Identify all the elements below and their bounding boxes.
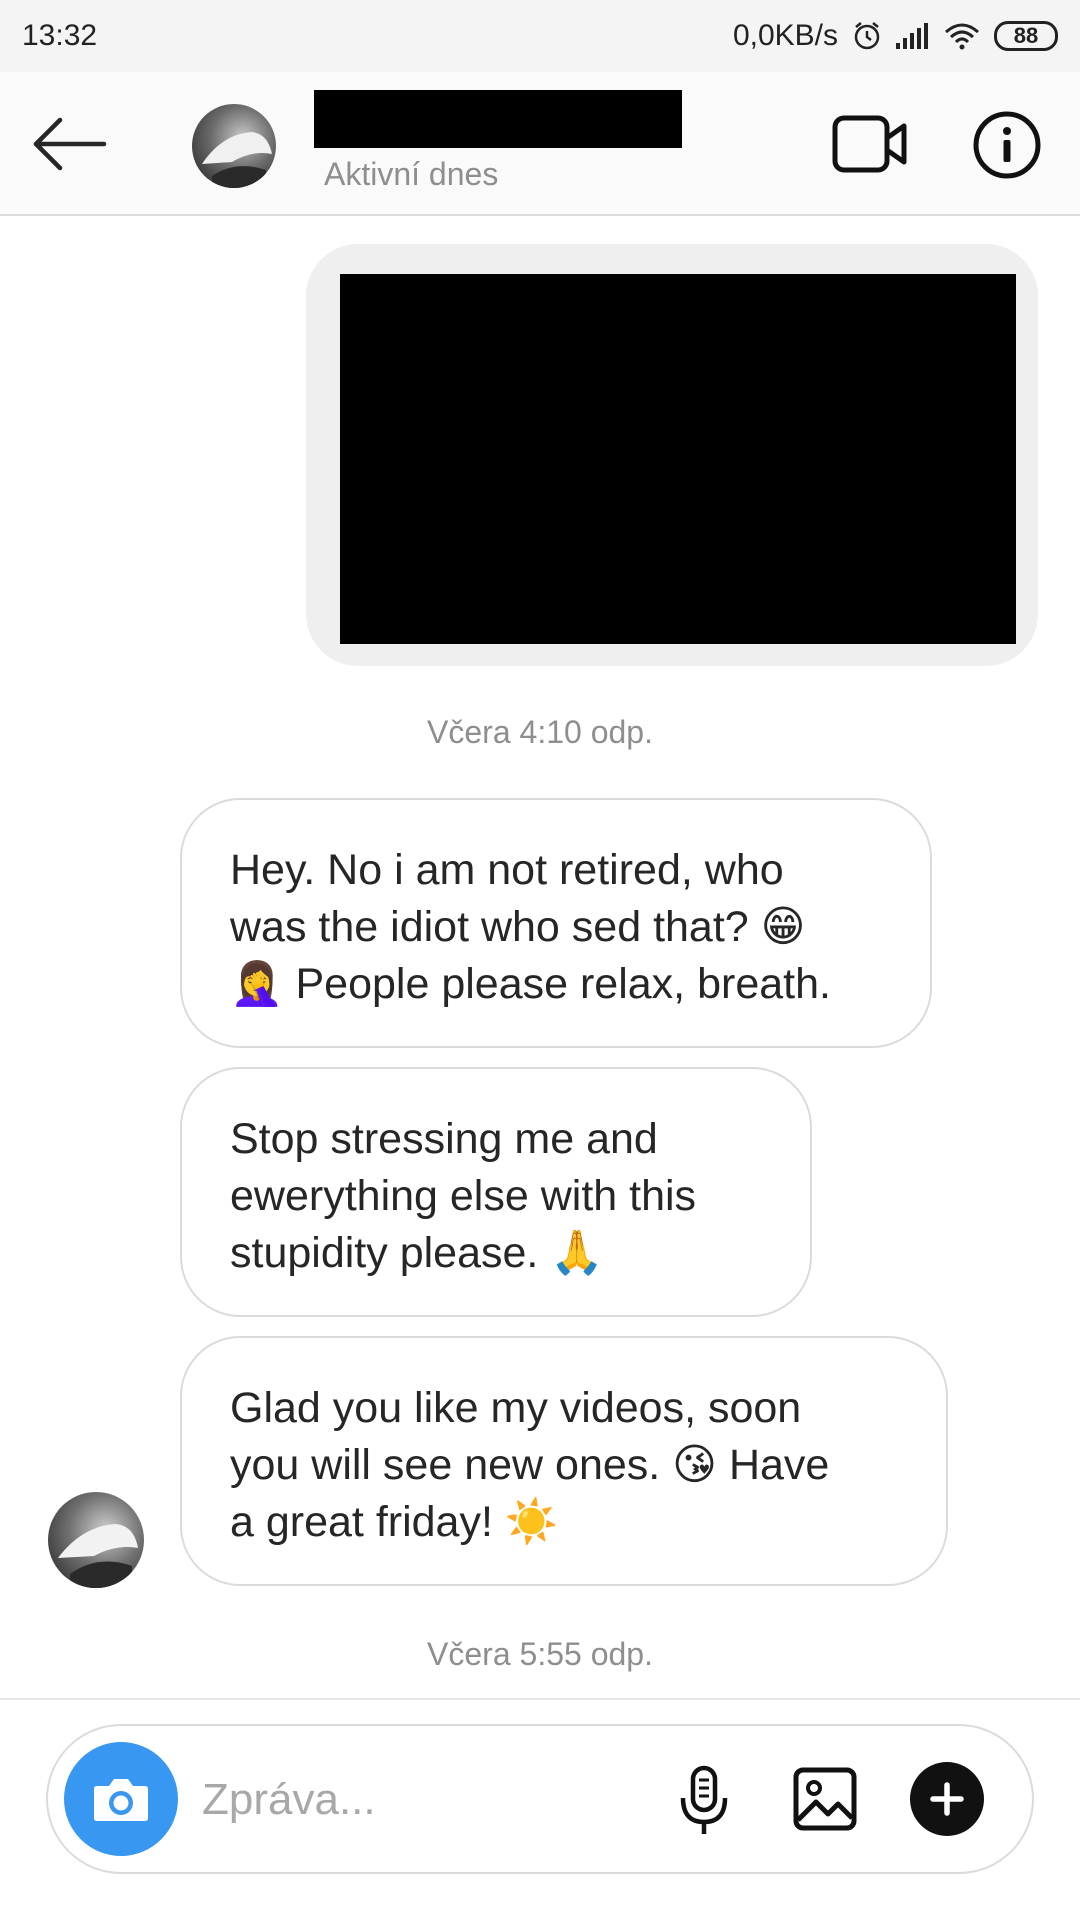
camera-button[interactable] <box>64 1742 178 1856</box>
battery-icon: 88 <box>994 21 1058 51</box>
plus-icon <box>930 1782 964 1816</box>
message-input[interactable] <box>200 1766 684 1834</box>
alarm-icon <box>852 21 882 51</box>
camera-icon <box>94 1779 148 1821</box>
thread-header: Aktivní dnes <box>0 72 1080 216</box>
net-speed: 0,0KB/s <box>732 19 838 52</box>
received-message[interactable]: Stop stressing me and ewerything else wi… <box>180 1067 812 1317</box>
gallery-button[interactable] <box>792 1766 858 1832</box>
back-button[interactable] <box>32 112 108 176</box>
message-timestamp: Včera 4:10 odp. <box>427 714 653 750</box>
gallery-icon <box>793 1767 857 1831</box>
avatar-photo <box>202 132 272 188</box>
voice-message-button[interactable] <box>674 1764 734 1840</box>
status-bar: 13:32 0,0KB/s 88 <box>0 0 1080 72</box>
signal-icon <box>896 23 930 49</box>
video-call-button[interactable] <box>832 112 908 176</box>
header-avatar[interactable] <box>192 104 276 188</box>
sent-media-message[interactable] <box>306 244 1038 666</box>
media-redacted <box>340 274 1016 644</box>
status-time: 13:32 <box>22 19 98 52</box>
info-icon <box>973 111 1041 179</box>
contact-name-redacted[interactable] <box>314 90 682 148</box>
info-button[interactable] <box>972 110 1042 180</box>
microphone-icon <box>680 1765 728 1834</box>
dm-thread-screen: 13:32 0,0KB/s 88 Aktivní dnes Včera 4:10… <box>0 0 1080 1920</box>
received-message[interactable]: Hey. No i am not retired, who was the id… <box>180 798 932 1048</box>
message-timestamp: Včera 5:55 odp. <box>427 1636 653 1672</box>
status-right: 0,0KB/s 88 <box>733 19 1058 53</box>
avatar-photo <box>58 1524 138 1588</box>
received-message[interactable]: Glad you like my videos, soon you will s… <box>180 1336 948 1586</box>
activity-status: Aktivní dnes <box>324 156 499 192</box>
composer-divider <box>0 1698 1080 1700</box>
back-arrow-icon <box>33 117 107 171</box>
wifi-icon <box>944 22 980 50</box>
sender-avatar[interactable] <box>48 1492 144 1588</box>
more-options-button[interactable] <box>910 1762 984 1836</box>
message-composer <box>46 1724 1034 1874</box>
video-call-icon <box>832 115 907 173</box>
